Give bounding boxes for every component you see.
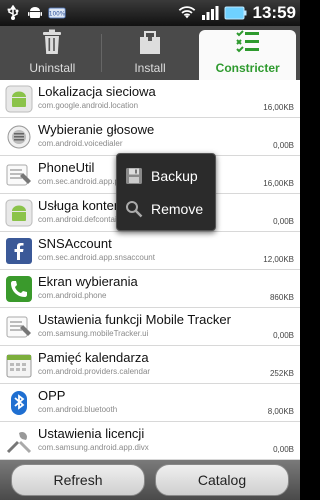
list-item[interactable]: Pamięć kalendarza com.android.providers.… (0, 346, 300, 384)
menu-item-backup[interactable]: Backup (125, 159, 207, 192)
app-package: com.samsung.mobileTracker.ui (38, 329, 149, 338)
save-icon (125, 167, 143, 185)
menu-item-label: Backup (151, 167, 198, 184)
bluetooth-icon (4, 388, 33, 417)
list-item[interactable]: Lokalizacja sieciowa com.google.android.… (0, 80, 300, 118)
svg-text:100%: 100% (49, 11, 66, 17)
app-name: Wybieranie głosowe (38, 122, 155, 137)
tab-install[interactable]: Install (102, 30, 199, 80)
list-item[interactable]: Ustawienia licencji com.samsung.android.… (0, 422, 300, 460)
android-icon (26, 4, 44, 22)
tab-uninstall[interactable]: Uninstall (4, 29, 101, 80)
app-size: 0,00B (273, 445, 294, 454)
android-icon (4, 84, 33, 113)
app-package: com.android.phone (38, 291, 107, 300)
voice-dialer-icon (4, 122, 33, 151)
calendar-icon (4, 350, 33, 379)
checklist-icon (235, 29, 261, 59)
package-icon (138, 29, 162, 59)
app-package: com.google.android.location (38, 101, 139, 110)
list-item[interactable]: OPP com.android.bluetooth 8,00KB (0, 384, 300, 422)
app-size: 8,00KB (267, 407, 294, 416)
battery-icon (224, 4, 248, 22)
app-size: 0,00B (273, 141, 294, 150)
tab-constricter[interactable]: Constricter (199, 29, 297, 80)
app-package: com.android.providers.calendar (38, 367, 151, 376)
status-bar: 100% 13:59 (0, 0, 300, 26)
app-package: com.android.bluetooth (38, 405, 118, 414)
app-size: 0,00B (273, 217, 294, 226)
settings-icon (4, 312, 33, 341)
wifi-icon (178, 4, 196, 22)
facebook-icon (4, 236, 33, 265)
app-name: OPP (38, 388, 66, 403)
list-item[interactable]: SNSAccount com.sec.android.app.snsaccoun… (0, 232, 300, 270)
app-list: Lokalizacja sieciowa com.google.android.… (0, 80, 300, 460)
tab-label: Install (134, 61, 166, 75)
mobile-tracker-icon: 100% (48, 4, 66, 22)
app-package: com.sec.android.app.snsaccount (38, 253, 155, 262)
usb-icon (4, 4, 22, 22)
app-size: 16,00KB (263, 179, 294, 188)
tab-label: Constricter (215, 61, 280, 75)
app-name: Lokalizacja sieciowa (38, 84, 156, 99)
settings-icon (4, 160, 33, 189)
catalog-button[interactable]: Catalog (155, 464, 289, 496)
app-name: Ustawienia licencji (38, 426, 145, 441)
app-size: 16,00KB (263, 103, 294, 112)
tab-label: Uninstall (29, 61, 76, 75)
remove-icon (125, 200, 143, 218)
app-name: Ekran wybierania (38, 274, 138, 289)
phone-icon (4, 274, 33, 303)
app-name: Pamięć kalendarza (38, 350, 149, 365)
app-package: com.samsung.android.app.divx (38, 443, 149, 452)
app-size: 860KB (269, 293, 294, 302)
tools-icon (4, 426, 33, 455)
app-size: 12,00KB (263, 255, 294, 264)
signal-icon (201, 4, 219, 22)
android-icon (4, 198, 33, 227)
app-name: Ustawienia funkcji Mobile Tracker (38, 312, 231, 327)
menu-item-remove[interactable]: Remove (125, 192, 207, 225)
app-name: SNSAccount (38, 236, 112, 251)
trash-icon (41, 29, 63, 59)
app-size: 0,00B (273, 331, 294, 340)
list-item[interactable]: Wybieranie głosowe com.android.voicedial… (0, 118, 300, 156)
app-size: 252KB (269, 369, 294, 378)
list-item[interactable]: Ustawienia funkcji Mobile Tracker com.sa… (0, 308, 300, 346)
clock-time: 13:59 (252, 3, 296, 22)
menu-item-label: Remove (151, 200, 204, 217)
list-item[interactable]: Ekran wybierania com.android.phone 860KB (0, 270, 300, 308)
bottom-bar: Refresh Catalog (0, 460, 300, 500)
app-package: com.android.voicedialer (38, 139, 123, 148)
tab-bar: Uninstall Install Constricter (0, 26, 300, 80)
context-menu: Backup Remove (116, 153, 216, 231)
refresh-button[interactable]: Refresh (11, 464, 145, 496)
